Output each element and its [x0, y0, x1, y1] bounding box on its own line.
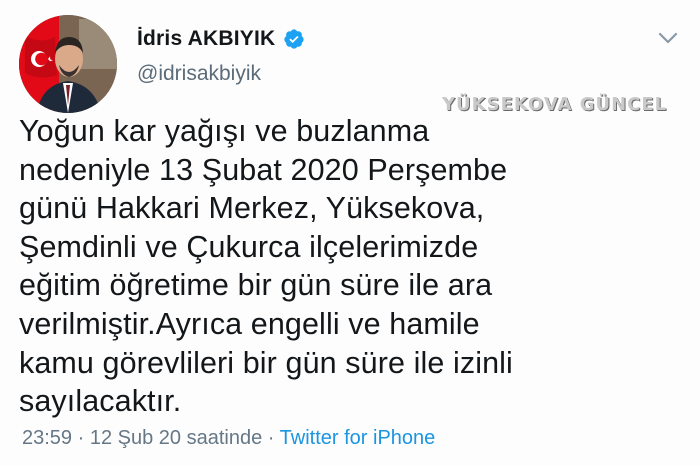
profile-photo-icon — [19, 15, 117, 113]
meta-separator: · — [267, 427, 275, 449]
author-name-row[interactable]: İdris AKBIYIK — [137, 27, 305, 51]
avatar[interactable] — [19, 15, 117, 113]
chevron-down-icon[interactable] — [656, 30, 680, 46]
tweet-card: İdris AKBIYIK @idrisakbiyik YÜKSEKOVA GÜ… — [0, 0, 700, 465]
tweet-text: Yoğun kar yağışı ve buzlanma nedeniyle 1… — [19, 114, 513, 419]
meta-separator: · — [77, 427, 85, 449]
tweet-meta: 23:59 · 12 Şub 20 saatinde · Twitter for… — [22, 427, 435, 450]
author-handle[interactable]: @idrisakbiyik — [137, 62, 261, 86]
tweet-source-link[interactable]: Twitter for iPhone — [280, 427, 436, 449]
tweet-date[interactable]: 12 Şub 20 saatinde — [90, 427, 262, 449]
tweet-time[interactable]: 23:59 — [22, 427, 72, 449]
author-display-name[interactable]: İdris AKBIYIK — [137, 27, 275, 51]
verified-badge-icon — [283, 28, 305, 50]
